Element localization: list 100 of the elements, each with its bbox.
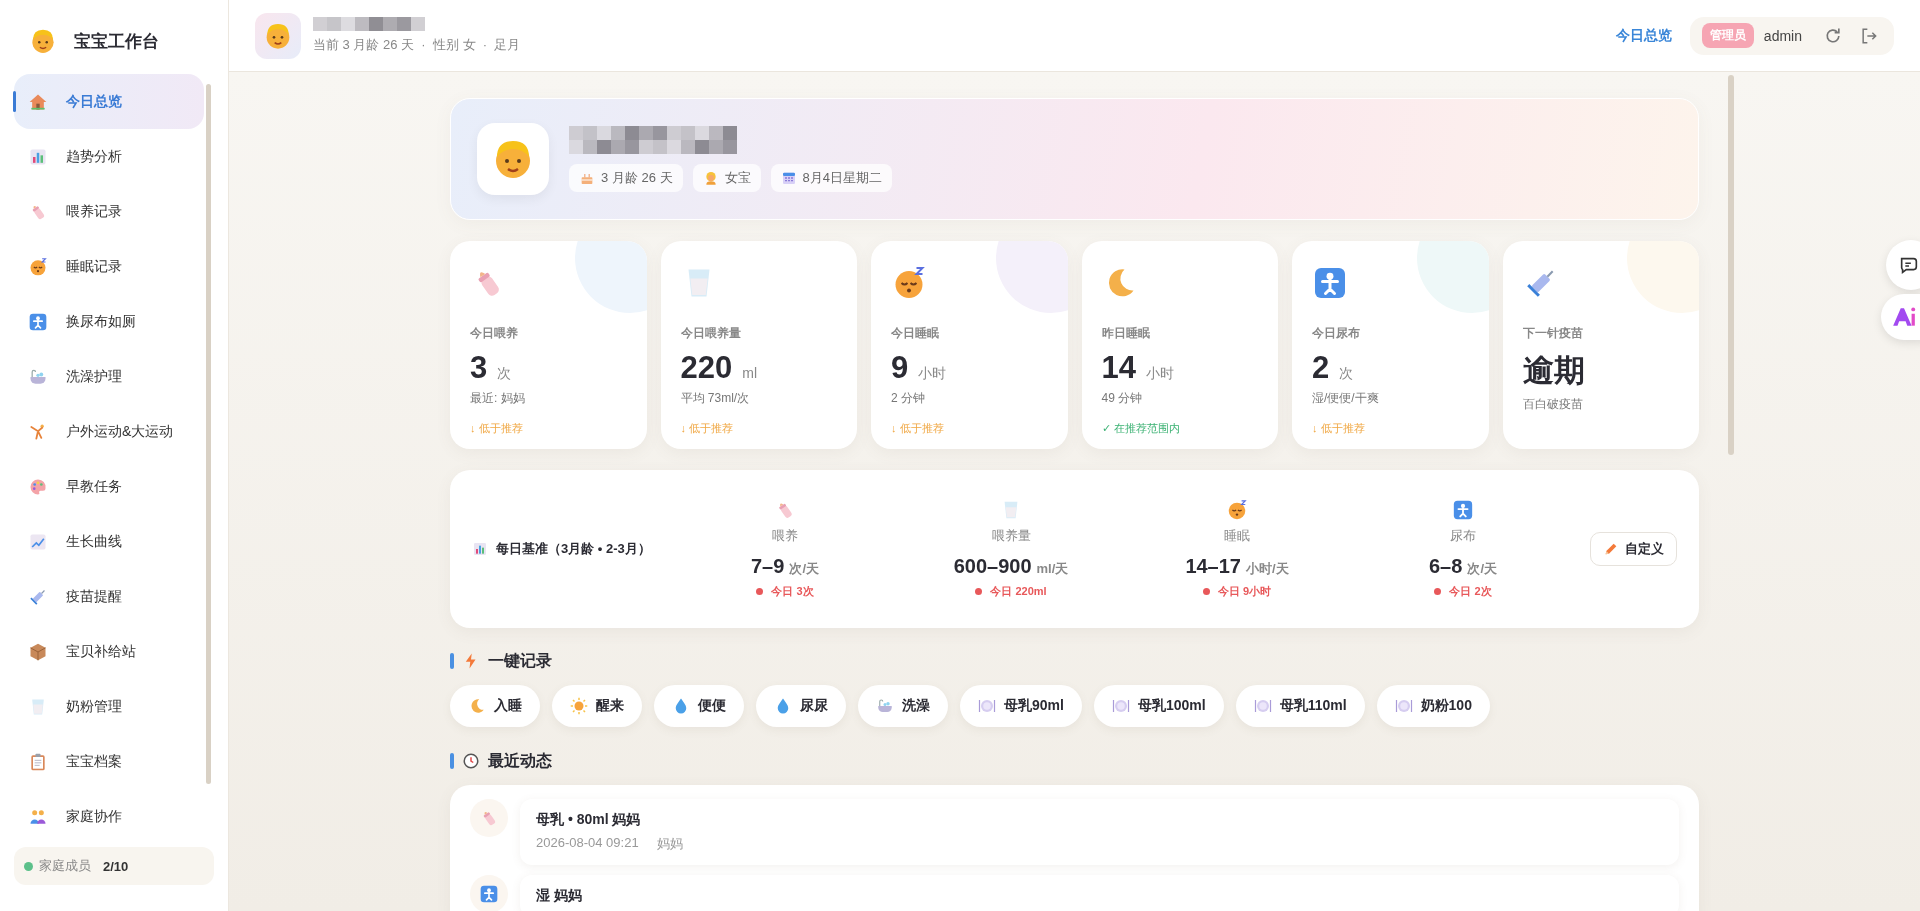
stat-unit: 小时 xyxy=(1146,365,1174,383)
section-title: 一键记录 xyxy=(488,650,552,671)
sidebar-item[interactable]: 生长曲线 xyxy=(14,514,204,569)
plate-icon xyxy=(978,697,996,715)
stat-value: 9 xyxy=(891,350,909,386)
baseline-value: 600–900 xyxy=(953,555,1032,578)
quick-record-button[interactable]: 奶粉100 xyxy=(1376,685,1490,727)
sidebar-item[interactable]: 家庭协作 xyxy=(14,789,204,844)
stat-value: 2 xyxy=(1312,350,1330,386)
calendar-icon xyxy=(780,170,797,186)
info-chip: 8月4日星期二 xyxy=(770,164,892,192)
sidebar-item[interactable]: 趋势分析 xyxy=(14,129,204,184)
sleepy-face-icon xyxy=(28,256,48,277)
stat-label: 下一针疫苗 xyxy=(1522,325,1584,342)
stat-detail: 49 分钟 xyxy=(1101,390,1144,407)
clock-icon xyxy=(462,752,480,770)
clipboard-icon xyxy=(28,751,48,772)
stat-unit: 次 xyxy=(1339,365,1354,383)
today-value: 今日 220ml xyxy=(990,584,1047,599)
baseline-value: 7–9 xyxy=(751,555,785,578)
moon-icon xyxy=(468,697,486,715)
customize-button[interactable]: 自定义 xyxy=(1590,532,1677,566)
stat-detail: 最近: 妈妈 xyxy=(470,390,526,407)
baseline-label: 喂养量 xyxy=(991,527,1031,545)
today-value: 今日 3次 xyxy=(771,584,814,599)
sidebar-item[interactable]: 换尿布如厕 xyxy=(14,294,204,349)
plate-icon xyxy=(1111,697,1130,715)
box-icon xyxy=(28,641,48,662)
stat-value: 3 xyxy=(470,350,488,386)
stat-value: 逾期 xyxy=(1522,352,1585,390)
members-count: 2/10 xyxy=(103,858,129,874)
quick-record-button[interactable]: 母乳100ml xyxy=(1093,685,1224,727)
baby-symbol-icon xyxy=(28,311,48,332)
sidebar-item[interactable]: 睡眠记录 xyxy=(14,239,204,294)
quick-record-button[interactable]: 洗澡 xyxy=(858,685,948,727)
baby-symbol-icon xyxy=(1452,499,1474,521)
stat-detail: 2 分钟 xyxy=(891,390,926,407)
baseline-unit: 次/天 xyxy=(789,560,819,578)
overview-link[interactable]: 今日总览 xyxy=(1615,26,1672,45)
sidebar-item[interactable]: 奶粉管理 xyxy=(14,679,204,734)
section-title: 最近动态 xyxy=(488,750,552,771)
sidebar-item[interactable]: 户外运动&大运动 xyxy=(14,404,204,459)
stat-detail: 湿/便便/干爽 xyxy=(1312,390,1380,407)
stat-label: 今日喂养量 xyxy=(680,325,742,342)
quick-record-button[interactable]: 醒来 xyxy=(552,685,642,727)
baseline-label: 喂养 xyxy=(772,527,798,545)
status-note: ✓ 在推荐范围内 xyxy=(1101,421,1181,436)
stat-unit: 小时 xyxy=(918,365,947,383)
plate-icon xyxy=(1253,697,1272,715)
sidebar-item[interactable]: 今日总览 xyxy=(14,74,204,129)
sleepy-face-icon xyxy=(1226,499,1248,521)
bar-chart-icon xyxy=(472,541,488,557)
baseline-label: 睡眠 xyxy=(1224,527,1250,545)
stat-label: 昨日睡眠 xyxy=(1101,325,1151,342)
info-chip: 女宝 xyxy=(692,164,761,192)
stat-detail: 百白破疫苗 xyxy=(1522,396,1584,413)
baseline-unit: 小时/天 xyxy=(1246,560,1289,578)
baby-symbol-icon xyxy=(1312,265,1348,301)
status-note: ↓ 低于推荐 xyxy=(891,421,945,436)
plate-icon xyxy=(1394,697,1413,715)
baseline-unit: 次/天 xyxy=(1467,560,1497,578)
app-title: 宝宝工作台 xyxy=(74,30,159,53)
quick-record-button[interactable]: 尿尿 xyxy=(756,685,846,727)
baseline-value: 14–17 xyxy=(1185,555,1241,578)
sidebar-item[interactable]: 宝贝补给站 xyxy=(14,624,204,679)
sidebar-item[interactable]: 早教任务 xyxy=(14,459,204,514)
username: admin xyxy=(1763,27,1802,44)
today-value: 今日 2次 xyxy=(1449,584,1492,599)
stat-label: 今日尿布 xyxy=(1312,325,1361,342)
stat-value: 220 xyxy=(680,350,733,386)
quick-record-button[interactable]: 便便 xyxy=(654,685,744,727)
role-badge: 管理员 xyxy=(1701,23,1754,48)
sun-icon xyxy=(570,697,588,715)
stat-unit: 次 xyxy=(497,365,512,383)
baseline-title: 每日基准（3月龄 • 2-3月） xyxy=(496,540,651,558)
sidebar-item[interactable]: 宝宝档案 xyxy=(14,734,204,789)
quick-record-button[interactable]: 母乳90ml xyxy=(960,685,1082,727)
today-value: 今日 9小时 xyxy=(1217,584,1272,599)
activity-title: 母乳 • 80ml 妈妈 xyxy=(536,811,642,829)
stat-unit: ml xyxy=(742,365,757,381)
stat-label: 今日睡眠 xyxy=(891,325,940,342)
baseline-label: 尿布 xyxy=(1450,527,1476,545)
sidebar-item[interactable]: 喂养记录 xyxy=(14,184,204,239)
sidebar-item[interactable]: 疫苗提醒 xyxy=(14,569,204,624)
baby-symbol-icon xyxy=(479,884,499,904)
activity-author: 妈妈 xyxy=(656,835,683,853)
info-chip: 3 月龄 26 天 xyxy=(569,164,683,192)
status-note: ↓ 低于推荐 xyxy=(1312,421,1366,436)
quick-record-button[interactable]: 入睡 xyxy=(450,685,540,727)
activity-time: 2026-08-04 09:21 xyxy=(536,835,639,852)
members-label: 家庭成员 xyxy=(39,857,91,875)
baseline-value: 6–8 xyxy=(1429,555,1463,578)
status-note: ↓ 低于推荐 xyxy=(470,421,524,436)
quick-record-button[interactable]: 母乳110ml xyxy=(1235,685,1365,727)
activity-title: 湿 妈妈 xyxy=(536,887,583,905)
pencil-icon xyxy=(1603,541,1619,557)
status-note: ↓ 低于推荐 xyxy=(680,421,735,436)
stat-detail: 平均 73ml/次 xyxy=(680,390,751,407)
sidebar-item[interactable]: 洗澡护理 xyxy=(14,349,204,404)
stat-label: 今日喂养 xyxy=(470,325,519,342)
